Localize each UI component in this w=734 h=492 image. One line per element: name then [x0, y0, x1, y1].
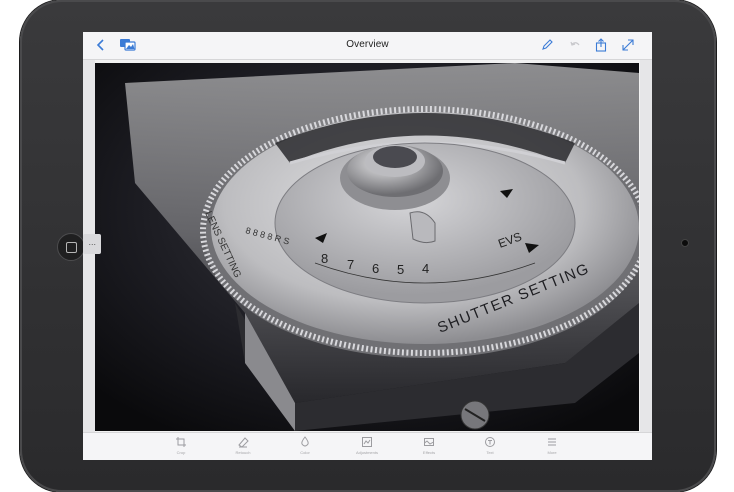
right-margin — [640, 60, 652, 432]
toolbar-item-color[interactable]: Color — [283, 436, 327, 460]
home-button[interactable] — [57, 233, 85, 261]
pencil-icon[interactable] — [539, 37, 555, 53]
toolbar-item-label: Adjustments — [355, 450, 378, 455]
toolbar-item-label: More — [547, 450, 557, 455]
eraser-icon — [238, 437, 249, 448]
dial-number-4: 4 — [422, 261, 429, 276]
toolbar-item-more[interactable]: More — [530, 436, 574, 460]
light-meter-photo: 8 7 6 5 4 EVS SHUTTER SETTING LENS SETTI… — [95, 63, 639, 431]
top-toolbar: Overview — [83, 32, 652, 60]
toolbar-item-label: Text — [486, 450, 494, 455]
text-icon — [485, 437, 495, 447]
crop-icon — [176, 437, 186, 447]
toolbar-item-label: Effects — [422, 450, 436, 455]
dial-number-7: 7 — [347, 257, 354, 272]
bottom-toolbar: Crop Retouch Color Adjustments Effects T… — [83, 432, 652, 460]
photo-canvas[interactable]: 8 7 6 5 4 EVS SHUTTER SETTING LENS SETTI… — [95, 63, 639, 431]
dial-number-6: 6 — [372, 261, 379, 276]
menu-icon — [548, 438, 556, 446]
undo-icon[interactable] — [567, 37, 583, 53]
adjust-icon — [362, 437, 372, 447]
toolbar-item-effects[interactable]: Effects — [407, 436, 451, 460]
toolbar-item-crop[interactable]: Crop — [159, 436, 203, 460]
toolbar-item-label: Crop — [176, 450, 186, 455]
expand-icon[interactable] — [620, 37, 636, 53]
drop-icon — [301, 436, 309, 447]
dial-number-8: 8 — [321, 251, 328, 266]
toolbar-item-text[interactable]: Text — [468, 436, 512, 460]
frame-icon — [424, 438, 434, 446]
toolbar-item-retouch[interactable]: Retouch — [221, 436, 265, 460]
toolbar-item-label: Color — [300, 450, 310, 455]
share-icon[interactable] — [593, 37, 609, 53]
app-screen: Overview 8 7 6 5 4 EVS SHUTTER SETTING L… — [83, 32, 652, 460]
dial-number-5: 5 — [397, 262, 404, 277]
front-camera — [681, 239, 689, 247]
home-button-square-icon — [65, 241, 77, 253]
toolbar-item-adjustments[interactable]: Adjustments — [345, 436, 389, 460]
toolbar-item-label: Retouch — [235, 450, 251, 455]
side-panel-handle[interactable]: ··· — [83, 234, 101, 254]
